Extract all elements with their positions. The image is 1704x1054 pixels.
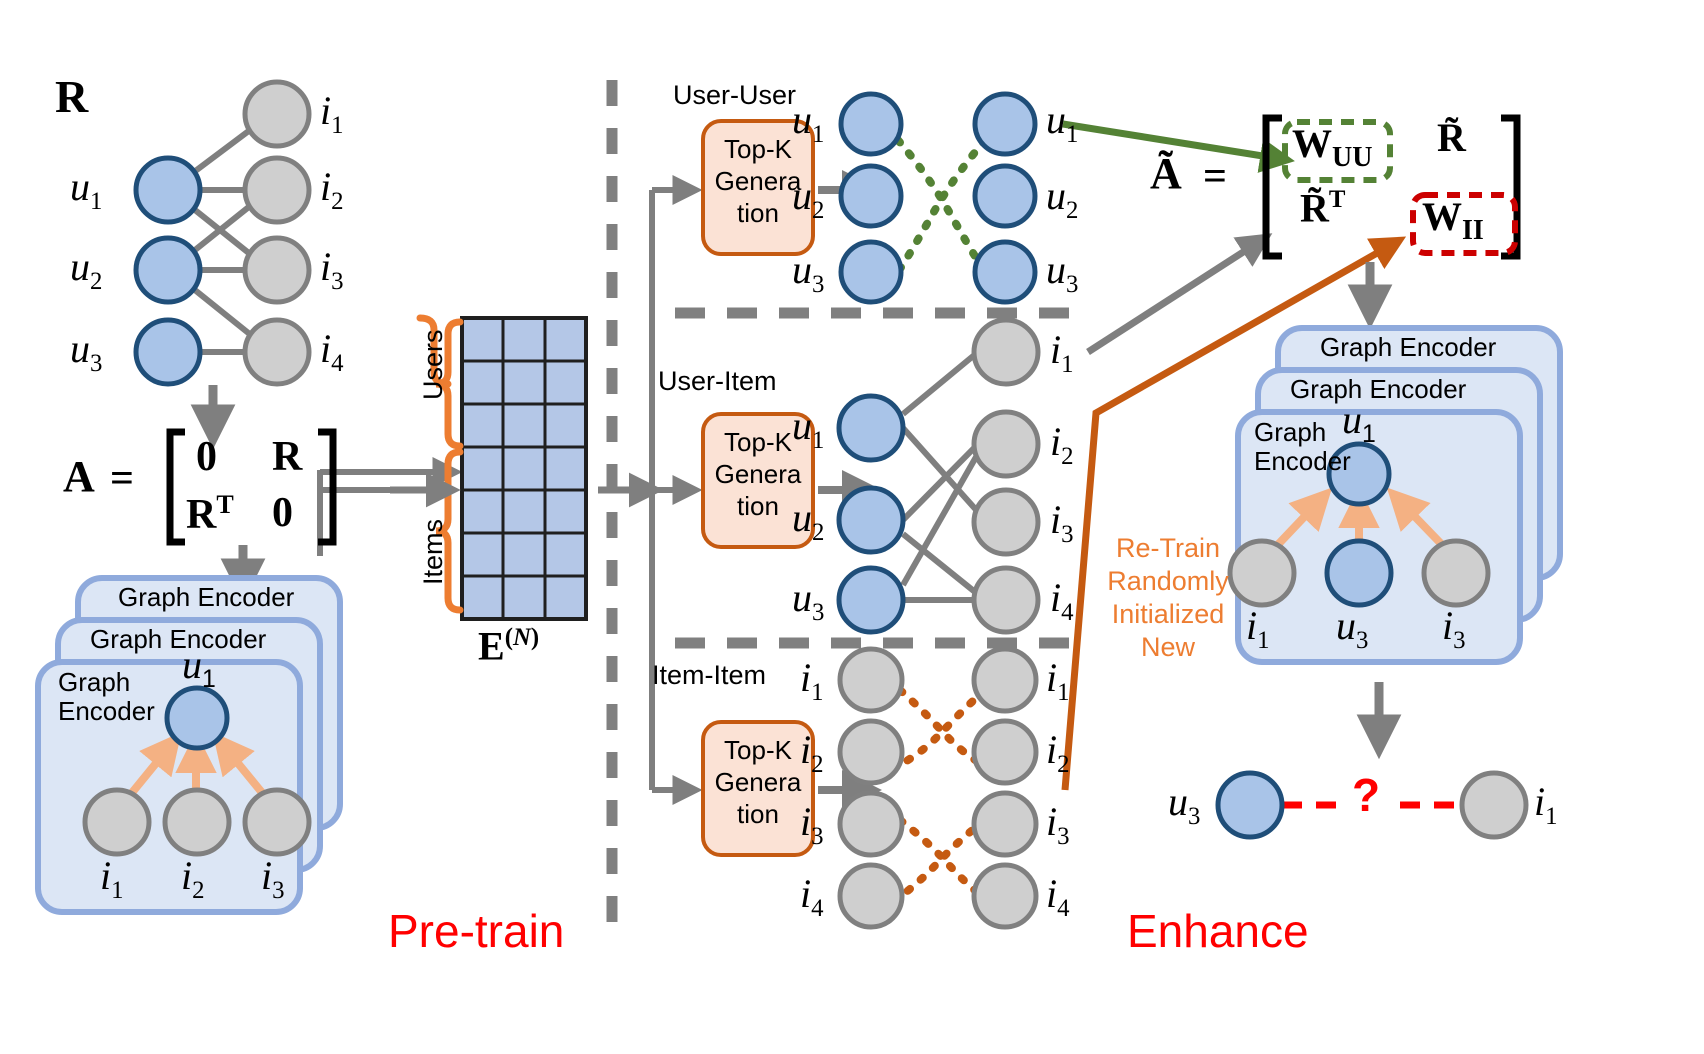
ii-right-label-i1: i1 (1046, 655, 1070, 706)
embedding-caption: E(N) (478, 623, 540, 669)
pretrain-neighbor-label-i2: i2 (181, 853, 205, 904)
user-user-left-nodes (838, 91, 904, 305)
enhanced-matrix-lhs: Ã (1150, 149, 1182, 198)
ii-left-label-i1: i1 (800, 655, 824, 706)
embedding-matrix-grid (460, 316, 588, 621)
embedding-group-label-items: Items (418, 518, 448, 585)
adjacency-cell-00: 0 (196, 434, 217, 480)
enhance-neighbor-label-u3: u3 (1336, 603, 1369, 654)
node-label-i2: i2 (320, 164, 344, 215)
enhance-neighbor-label-i1: i1 (1246, 603, 1270, 654)
uu-left-label-u2: u2 (792, 173, 825, 224)
user-item-right-nodes (971, 317, 1041, 635)
ui-right-label-i3: i3 (1050, 497, 1074, 548)
pretrain-encoder-layer-1-label: Graph Encoder (58, 667, 155, 727)
prediction-user-label: u3 (1168, 779, 1201, 830)
matrix-R-label: R (55, 71, 89, 122)
node-label-i3: i3 (320, 244, 344, 295)
pretrain-center-node (164, 685, 230, 751)
ui-right-label-i4: i4 (1050, 575, 1074, 626)
node-label-i4: i4 (320, 326, 344, 377)
node-label-u2: u2 (70, 244, 103, 295)
embedding-group-label-users: Users (418, 329, 448, 400)
pretrain-encoder-layer-3-label: Graph Encoder (118, 582, 295, 612)
section-label-user-item: User-Item (658, 366, 777, 396)
uu-right-label-u2: u2 (1046, 173, 1079, 224)
prediction-question-mark: ? (1352, 769, 1381, 821)
ii-right-label-i4: i4 (1046, 871, 1070, 922)
item-item-edges (896, 686, 989, 897)
adjacency-lhs: A (63, 452, 95, 501)
w-uu-label: WUU (1292, 121, 1373, 173)
enhance-neighbor-node-u3 (1324, 538, 1394, 608)
stage-label-pretrain: Pre-train (388, 905, 565, 957)
ui-right-label-i1: i1 (1050, 327, 1074, 378)
pretrain-neighbor-node-2 (162, 787, 232, 857)
adjacency-cell-10: RT (186, 490, 234, 538)
ii-right-label-i3: i3 (1046, 799, 1070, 850)
uu-left-label-u3: u3 (792, 247, 825, 298)
r-tilde-label: R̃ (1437, 115, 1466, 160)
enhance-center-node-label: u1 (1342, 397, 1376, 448)
uu-right-label-u1: u1 (1046, 97, 1079, 148)
node-label-u1: u1 (70, 164, 103, 215)
pretrain-encoder-layer-2-label: Graph Encoder (90, 624, 267, 654)
user-user-right-nodes (972, 91, 1038, 305)
ui-right-label-i2: i2 (1050, 419, 1074, 470)
uu-left-label-u1: u1 (792, 97, 825, 148)
ii-left-label-i4: i4 (800, 871, 824, 922)
enhanced-matrix-equals: = (1203, 154, 1227, 200)
r-tilde-transpose-label: R̃T (1300, 185, 1346, 231)
pretrain-neighbor-node-1 (82, 787, 152, 857)
stage-label-enhance: Enhance (1127, 905, 1309, 957)
section-label-item-item: Item-Item (652, 660, 767, 690)
w-ii-label: WII (1422, 194, 1484, 246)
prediction-user-node (1215, 770, 1285, 840)
topk-label-item-item[interactable]: Top-K Genera tion (703, 734, 813, 831)
ui-left-label-u3: u3 (792, 575, 825, 626)
enhance-neighbor-label-i3: i3 (1442, 603, 1466, 654)
pretrain-neighbor-node-3 (242, 787, 312, 857)
section-label-user-user: User-User (673, 80, 797, 110)
retrain-note: Re-Train Randomly Initialized New (1107, 533, 1229, 662)
pretrain-center-node-label: u1 (182, 642, 216, 693)
pretrain-neighbor-label-i1: i1 (100, 853, 124, 904)
ii-left-label-i3: i3 (800, 799, 824, 850)
user-item-left-nodes (836, 393, 906, 635)
ui-left-label-u1: u1 (792, 403, 825, 454)
ui-left-label-u2: u2 (792, 495, 825, 546)
topk-feed-lines (649, 175, 703, 805)
pretrain-neighbor-label-i3: i3 (261, 853, 285, 904)
uu-right-label-u3: u3 (1046, 247, 1079, 298)
adjacency-equals: = (110, 456, 134, 502)
enhance-encoder-layer-2-label: Graph Encoder (1290, 374, 1467, 404)
adjacency-cell-01: R (272, 434, 303, 480)
left-item-nodes (242, 79, 312, 387)
item-item-right-nodes (971, 646, 1039, 930)
left-bipartite-edges (168, 112, 274, 355)
user-item-edges (900, 349, 983, 603)
enhance-neighbor-node-i1 (1227, 538, 1297, 608)
node-label-i1: i1 (320, 88, 344, 139)
prediction-item-node (1459, 770, 1529, 840)
figure-canvas: R u1 u2 u3 i1 i2 i3 i4 A = 0 R RT 0 Grap… (0, 0, 1704, 1054)
adjacency-cell-11: 0 (272, 490, 293, 536)
user-user-edges (894, 136, 989, 276)
ii-left-label-i2: i2 (800, 727, 824, 778)
ii-right-label-i2: i2 (1046, 727, 1070, 778)
prediction-item-label: i1 (1534, 779, 1558, 830)
enhance-neighbor-node-i3 (1421, 538, 1491, 608)
left-user-nodes (133, 155, 203, 387)
enhance-encoder-layer-3-label: Graph Encoder (1320, 332, 1497, 362)
node-label-u3: u3 (70, 326, 103, 377)
